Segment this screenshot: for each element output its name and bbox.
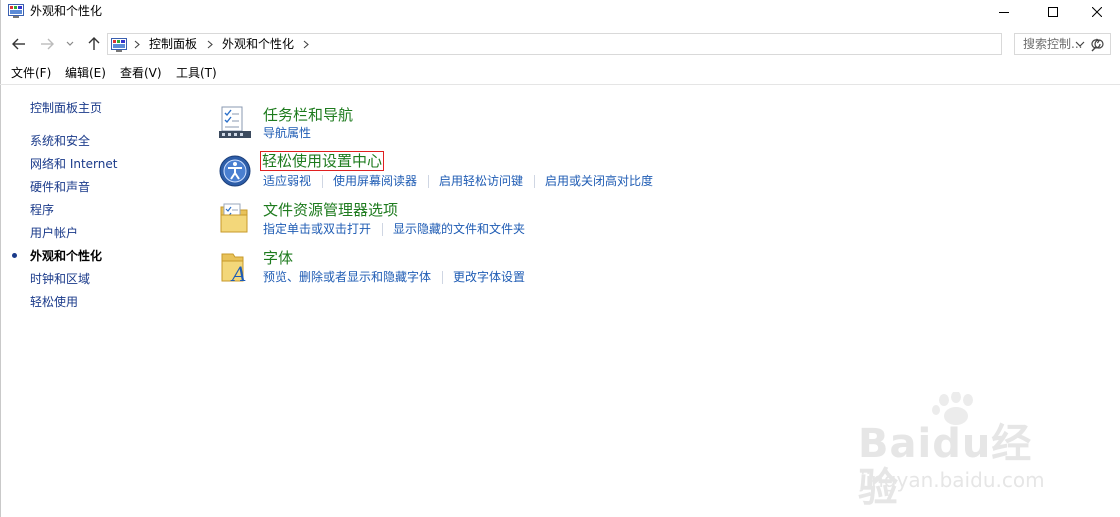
menu-tools[interactable]: 工具(T) (176, 66, 217, 81)
control-panel-icon (111, 37, 127, 52)
back-button[interactable] (10, 35, 28, 53)
breadcrumb-control-panel[interactable]: 控制面板 (149, 37, 197, 52)
link-show-hidden-files[interactable]: 显示隐藏的文件和文件夹 (393, 222, 525, 237)
link-separator (382, 223, 383, 236)
baidu-watermark: Baidu经验 jingyan.baidu.com (858, 392, 1058, 510)
sidebar-item-home[interactable]: 控制面板主页 (30, 101, 102, 116)
sidebar-item-ease-of-access[interactable]: 轻松使用 (30, 295, 78, 310)
chevron-right-icon[interactable] (301, 38, 311, 50)
chevron-right-icon[interactable] (132, 38, 142, 50)
link-high-contrast[interactable]: 启用或关闭高对比度 (545, 174, 653, 189)
svg-text:A: A (230, 262, 246, 285)
sidebar-item-programs[interactable]: 程序 (30, 203, 54, 218)
taskbar-icon[interactable] (219, 105, 251, 138)
watermark-brand: Baidu经验 (858, 421, 1033, 511)
breadcrumb-appearance[interactable]: 外观和个性化 (222, 37, 294, 52)
ease-of-access-icon[interactable] (219, 155, 251, 187)
menu-view[interactable]: 查看(V) (120, 66, 162, 81)
up-button[interactable] (85, 35, 103, 53)
search-icon[interactable] (1091, 37, 1105, 52)
control-panel-app-icon (8, 3, 24, 18)
link-accessibility-keys[interactable]: 启用轻松访问键 (439, 174, 523, 189)
maximize-button[interactable] (1030, 0, 1076, 24)
address-bar[interactable]: 控制面板 外观和个性化 (107, 33, 1101, 55)
current-item-bullet (12, 253, 17, 258)
search-input[interactable]: 搜索控制... (1014, 33, 1111, 55)
chevron-down-icon (66, 41, 74, 46)
link-change-font-settings[interactable]: 更改字体设置 (453, 270, 525, 285)
close-button[interactable] (1074, 0, 1120, 24)
recent-locations-button[interactable] (64, 35, 76, 53)
sidebar-item-appearance: 外观和个性化 (30, 249, 103, 263)
link-screen-reader[interactable]: 使用屏幕阅读器 (333, 174, 417, 189)
arrow-up-icon (88, 37, 100, 50)
fonts-icon[interactable]: A (219, 251, 251, 286)
window-title: 外观和个性化 (30, 4, 103, 18)
menu-edit[interactable]: 编辑(E) (65, 66, 106, 81)
link-separator (442, 271, 443, 284)
arrow-left-icon (12, 38, 25, 50)
category-title-taskbar[interactable]: 任务栏和导航 (263, 106, 353, 124)
menu-bar: 文件(F) 编辑(E) 查看(V) 工具(T) (0, 62, 1120, 85)
folder-options-icon[interactable] (219, 201, 251, 233)
arrow-right-icon (41, 38, 54, 50)
navigation-bar: 控制面板 外观和个性化 搜索控制... (0, 30, 1120, 58)
category-title-fonts[interactable]: 字体 (263, 249, 293, 267)
link-separator (428, 175, 429, 188)
chevron-right-icon[interactable] (205, 38, 215, 50)
minimize-button[interactable] (981, 0, 1027, 24)
sidebar-item-network[interactable]: 网络和 Internet (30, 157, 117, 172)
watermark-url: jingyan.baidu.com (860, 468, 1045, 492)
sidebar-item-system-security[interactable]: 系统和安全 (30, 134, 90, 149)
menu-file[interactable]: 文件(F) (11, 66, 51, 81)
title-bar: 外观和个性化 (0, 0, 1120, 28)
sidebar-item-clock-region[interactable]: 时钟和区域 (30, 272, 90, 287)
link-single-double-click[interactable]: 指定单击或双击打开 (263, 222, 371, 237)
search-placeholder: 搜索控制... (1023, 37, 1083, 51)
forward-button[interactable] (38, 35, 56, 53)
link-separator (534, 175, 535, 188)
category-title-ease-of-access-center[interactable]: 轻松使用设置中心 (259, 151, 385, 171)
link-taskbar-properties[interactable]: 导航属性 (263, 126, 311, 141)
sidebar-item-hardware-sound[interactable]: 硬件和声音 (30, 180, 90, 195)
link-low-vision[interactable]: 适应弱视 (263, 174, 311, 189)
category-title-file-explorer-options[interactable]: 文件资源管理器选项 (263, 201, 398, 219)
link-separator (322, 175, 323, 188)
sidebar-item-user-accounts[interactable]: 用户帐户 (30, 226, 78, 241)
link-preview-delete-fonts[interactable]: 预览、删除或者显示和隐藏字体 (263, 270, 431, 285)
